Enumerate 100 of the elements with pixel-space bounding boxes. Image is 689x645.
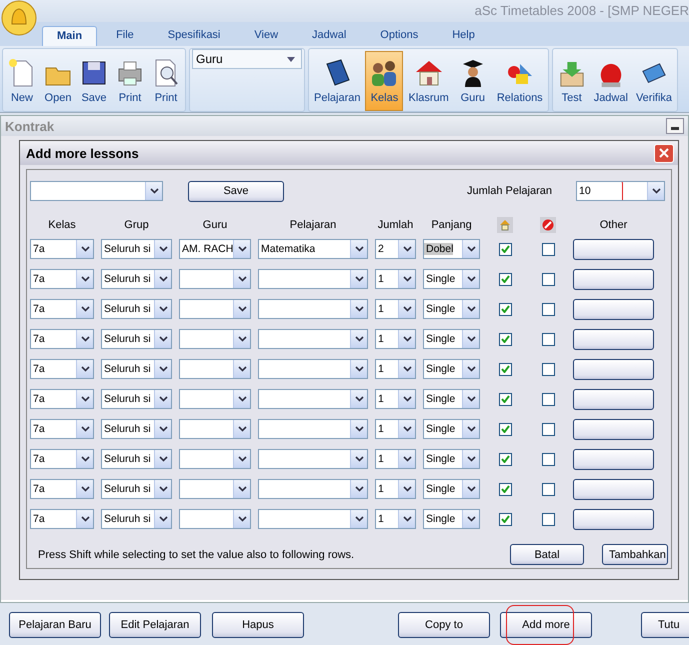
combo-box[interactable]: Single — [423, 419, 480, 439]
menu-tab[interactable]: Main — [42, 26, 98, 46]
ribbon-button[interactable]: Test — [554, 51, 589, 111]
ribbon-button[interactable]: Klasrum — [405, 51, 452, 111]
combo-box[interactable]: 1 — [375, 389, 416, 409]
combo-box[interactable]: Seluruh si — [101, 389, 172, 409]
action-button[interactable]: Hapus — [212, 612, 304, 638]
combo-box[interactable]: Seluruh si — [101, 299, 172, 319]
add-button[interactable]: Tambahkan — [602, 544, 668, 565]
combo-box[interactable]: Single — [423, 359, 480, 379]
other-button[interactable] — [573, 448, 654, 470]
combo-box[interactable]: 7a — [30, 509, 94, 529]
checkbox[interactable] — [498, 332, 512, 346]
combo-box[interactable] — [179, 299, 251, 319]
combo-box[interactable]: 7a — [30, 329, 94, 349]
combo-box[interactable]: 1 — [375, 269, 416, 289]
combo-box[interactable]: Seluruh si — [101, 359, 172, 379]
checkbox[interactable] — [498, 362, 512, 376]
checkbox[interactable] — [498, 482, 512, 496]
combo-box[interactable]: 2 — [375, 239, 416, 259]
combo-box[interactable]: Single — [423, 449, 480, 469]
combo-box[interactable] — [258, 269, 368, 289]
combo-box[interactable] — [258, 389, 368, 409]
other-button[interactable] — [573, 508, 654, 530]
other-button[interactable] — [573, 388, 654, 410]
checkbox[interactable] — [542, 512, 554, 526]
combo-box[interactable]: 1 — [375, 299, 416, 319]
combo-box[interactable]: 1 — [375, 449, 416, 469]
action-button[interactable]: Tutu — [641, 612, 689, 638]
combo-box[interactable]: 7a — [30, 299, 94, 319]
combo-box[interactable] — [258, 419, 368, 439]
combo-box[interactable]: Seluruh si — [101, 269, 172, 289]
save-button[interactable]: Save — [188, 180, 284, 202]
combo-box[interactable]: 7a — [30, 269, 94, 289]
combo-box[interactable] — [179, 449, 251, 469]
combo-box[interactable]: Dobel — [423, 239, 480, 259]
checkbox[interactable] — [542, 362, 554, 376]
checkbox[interactable] — [498, 392, 512, 406]
combo-box[interactable]: Single — [423, 269, 480, 289]
ribbon-button[interactable]: Save — [77, 51, 111, 111]
combo-box[interactable] — [258, 479, 368, 499]
other-button[interactable] — [573, 358, 654, 380]
combo-box[interactable] — [179, 389, 251, 409]
menu-tab[interactable]: Help — [437, 25, 490, 46]
ribbon-button[interactable]: Print — [149, 51, 183, 111]
action-button[interactable]: Edit Pelajaran — [109, 612, 201, 638]
combo-box[interactable]: 7a — [30, 239, 94, 259]
combo-box[interactable]: 7a — [30, 359, 94, 379]
checkbox[interactable] — [498, 302, 512, 316]
combo-box[interactable]: 1 — [375, 329, 416, 349]
combo-box[interactable] — [258, 509, 368, 529]
cancel-button[interactable]: Batal — [510, 544, 584, 565]
combo-box[interactable]: 7a — [30, 389, 94, 409]
menu-tab[interactable]: Options — [365, 25, 434, 46]
checkbox[interactable] — [498, 242, 512, 256]
combo-box[interactable] — [179, 479, 251, 499]
action-button[interactable]: Add more — [500, 612, 592, 638]
combo-box[interactable]: Matematika — [258, 239, 368, 259]
checkbox[interactable] — [542, 272, 554, 286]
combo-box[interactable]: Single — [423, 299, 480, 319]
action-button[interactable]: Copy to — [398, 612, 490, 638]
combo-box[interactable]: Single — [423, 329, 480, 349]
checkbox[interactable] — [542, 332, 554, 346]
ribbon-button[interactable]: Open — [41, 51, 75, 111]
combo-box[interactable] — [258, 299, 368, 319]
combo-box[interactable]: Single — [423, 389, 480, 409]
checkbox[interactable] — [498, 452, 512, 466]
combo-box[interactable]: Single — [423, 479, 480, 499]
combo-box[interactable] — [258, 359, 368, 379]
checkbox[interactable] — [542, 482, 554, 496]
combo-box[interactable]: 7a — [30, 449, 94, 469]
combo-box[interactable] — [179, 509, 251, 529]
close-button[interactable] — [654, 144, 674, 162]
other-button[interactable] — [573, 238, 654, 260]
combo-box[interactable]: 7a — [30, 479, 94, 499]
combo-box[interactable] — [179, 419, 251, 439]
combo-box[interactable] — [179, 359, 251, 379]
count-combo-box[interactable]: 10 — [576, 181, 665, 201]
combo-box[interactable]: Seluruh si — [101, 449, 172, 469]
combo-box[interactable]: Seluruh si — [101, 419, 172, 439]
checkbox[interactable] — [542, 422, 554, 436]
ribbon-button[interactable]: Kelas — [365, 51, 404, 111]
checkbox[interactable] — [542, 302, 554, 316]
menu-tab[interactable]: File — [101, 25, 149, 46]
combo-box[interactable]: 1 — [375, 419, 416, 439]
action-button[interactable]: Pelajaran Baru — [9, 612, 101, 638]
ribbon-button[interactable]: Jadwal — [590, 51, 631, 111]
combo-box[interactable]: 7a — [30, 419, 94, 439]
combo-box[interactable] — [258, 329, 368, 349]
menu-tab[interactable]: View — [239, 25, 294, 46]
combo-box[interactable] — [179, 329, 251, 349]
checkbox[interactable] — [542, 452, 554, 466]
checkbox[interactable] — [542, 242, 554, 256]
ribbon-button[interactable]: Verifika — [632, 51, 676, 111]
other-button[interactable] — [573, 418, 654, 440]
combo-box[interactable]: 1 — [375, 479, 416, 499]
view-combo-box[interactable]: Guru — [192, 49, 302, 69]
combo-box[interactable]: AM. RACH — [179, 239, 251, 259]
combo-box[interactable]: Seluruh si — [101, 329, 172, 349]
combo-box[interactable]: Single — [423, 509, 480, 529]
